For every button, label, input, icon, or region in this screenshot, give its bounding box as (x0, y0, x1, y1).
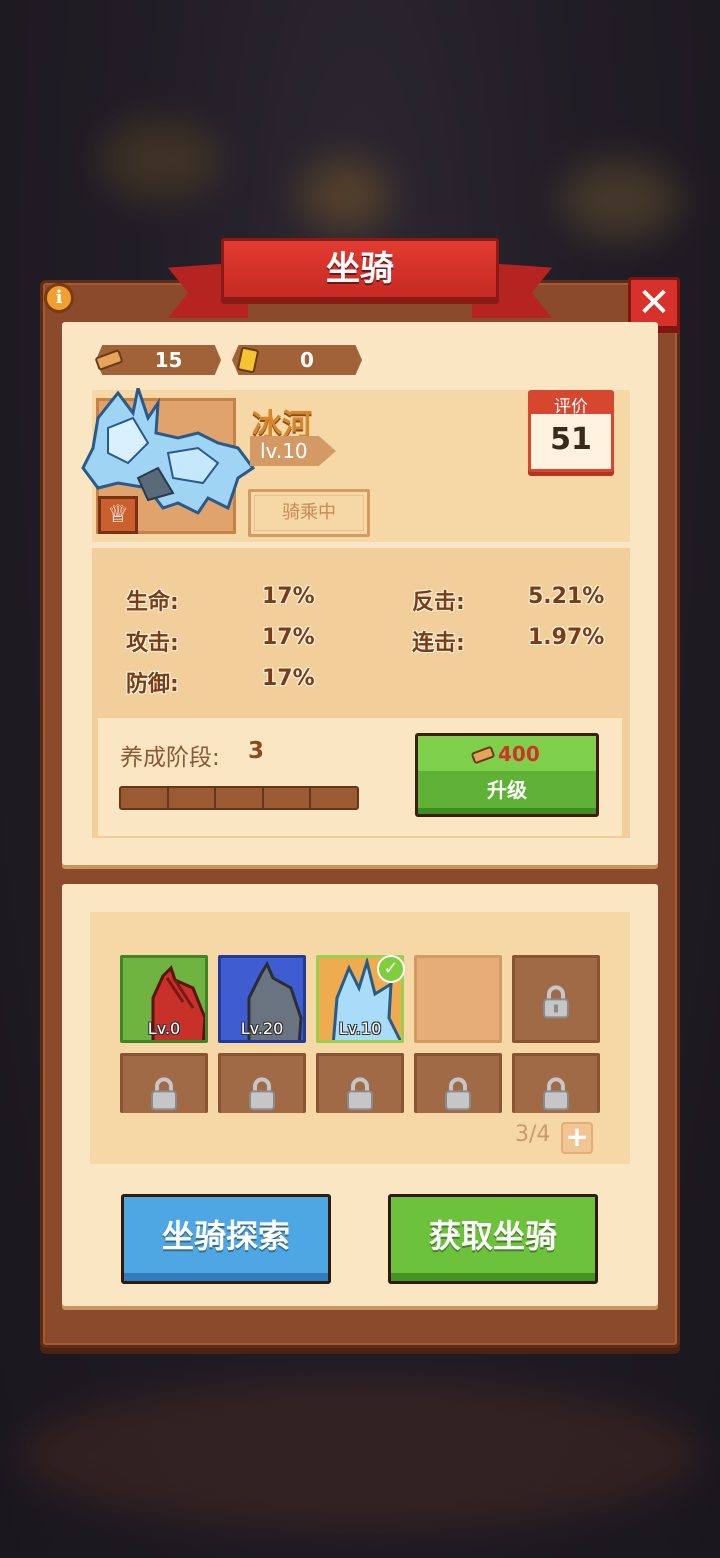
page-title: 坐骑 (221, 238, 499, 300)
expand-capacity-button[interactable]: + (561, 1122, 593, 1154)
crown-icon: ♕ (98, 496, 138, 534)
stat-counter-value: 5.21% (528, 584, 605, 609)
stat-hp-value: 17% (262, 584, 315, 609)
lock-icon (543, 985, 569, 1019)
mount-slot[interactable]: Lv.0 (120, 955, 208, 1043)
mount-slot-empty[interactable] (414, 955, 502, 1043)
stat-defense-value: 17% (262, 666, 315, 691)
mount-level: lv.10 (250, 436, 336, 466)
mount-slot[interactable]: Lv.20 (218, 955, 306, 1043)
wood-count: 15 (154, 348, 183, 372)
stat-combo-value: 1.97% (528, 625, 605, 650)
riding-status-button[interactable]: 骑乘中 (248, 489, 370, 537)
stat-combo-label: 连击: (412, 631, 465, 656)
acquire-mount-button[interactable]: 获取坐骑 (388, 1194, 598, 1284)
mount-slot-locked (120, 1053, 208, 1113)
mount-slot-locked (512, 955, 600, 1043)
mount-slot-level: Lv.0 (147, 1019, 181, 1038)
rating-value: 51 (550, 422, 592, 457)
training-progress-bar (119, 786, 359, 810)
selected-check-icon: ✓ (377, 955, 405, 983)
lock-icon (543, 1077, 569, 1111)
ticket-icon (237, 346, 259, 374)
lock-icon (151, 1077, 177, 1111)
mount-slot-locked (316, 1053, 404, 1113)
mount-slot-locked (218, 1053, 306, 1113)
training-stage: 3 (248, 738, 265, 764)
mount-slot-locked (512, 1053, 600, 1113)
stat-attack-value: 17% (262, 625, 315, 650)
info-icon[interactable]: i (44, 283, 74, 313)
training-label: 养成阶段: (120, 745, 220, 771)
stat-counter-label: 反击: (412, 590, 465, 615)
lock-icon (347, 1077, 373, 1111)
mount-slot-locked (414, 1053, 502, 1113)
upgrade-cost: 400 (498, 742, 540, 766)
stat-attack-label: 攻击: (126, 631, 179, 656)
mount-slot-level: Lv.20 (240, 1019, 284, 1038)
upgrade-label: 升级 (487, 778, 527, 802)
mount-slot-level: Lv.10 (338, 1019, 382, 1038)
mount-explore-button[interactable]: 坐骑探索 (121, 1194, 331, 1284)
lock-icon (445, 1077, 471, 1111)
mount-capacity: 3/4 (515, 1122, 551, 1147)
stat-defense-label: 防御: (126, 672, 179, 697)
ticket-count: 0 (300, 348, 314, 372)
wood-plank-icon (95, 349, 123, 371)
rating-label: 评价 (554, 397, 588, 417)
wood-plank-icon (471, 746, 495, 764)
lock-icon (249, 1077, 275, 1111)
stat-hp-label: 生命: (126, 590, 179, 615)
